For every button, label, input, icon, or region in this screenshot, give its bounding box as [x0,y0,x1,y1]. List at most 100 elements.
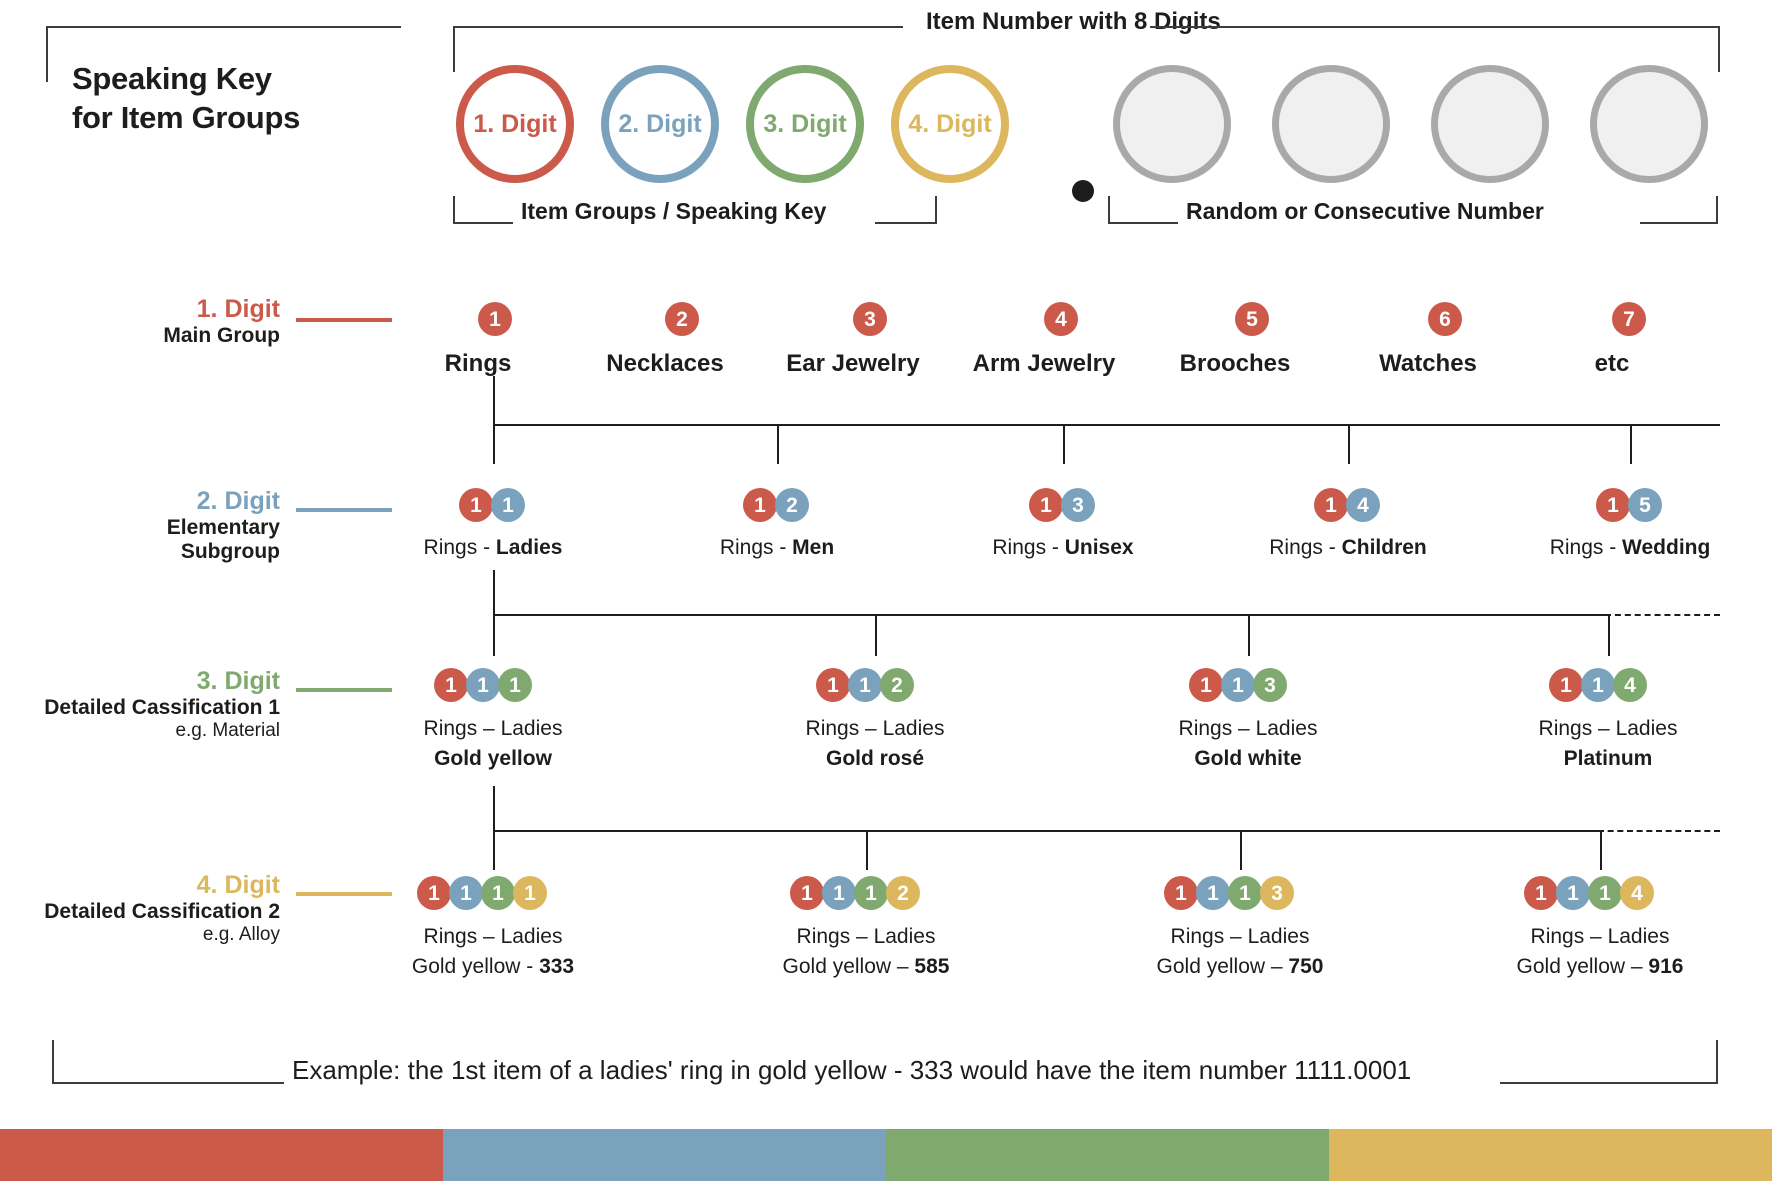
item-number-label: Item Number with 8 Digits [926,8,1221,35]
node-caption-2-3: Rings - Unisex [913,533,1213,563]
color-swatch-digit3 [886,1129,1329,1181]
badge-digit4: 2 [886,876,920,910]
badge-digit1: 7 [1612,302,1646,336]
title-bracket-top [46,26,401,28]
badge-digit3: 1 [498,668,532,702]
node-badges-3-4[interactable]: 1 1 4 [1549,668,1647,702]
row-label-digit-4: 4. Digit Detailed Cassification 2 e.g. A… [10,871,280,946]
digit-circle-3-label: 3. Digit [763,109,847,138]
badge-digit3: 4 [1613,668,1647,702]
node-badges-1-4[interactable]: 4 [1044,302,1078,336]
connector-drop-4-1 [493,830,495,870]
digit-circle-2[interactable]: 2. Digit [601,65,719,183]
connector-drop-3-4 [1608,614,1610,656]
example-bracket-left [52,1082,284,1084]
node-caption-4-3-line2: Gold yellow – [1156,955,1289,979]
connector-bar-row2 [493,424,1715,426]
node-badges-1-7[interactable]: 7 [1612,302,1646,336]
row-4-sub-label: Detailed Cassification 2 [44,899,280,923]
badge-digit2: 1 [491,488,525,522]
node-caption-1-2: Necklaces [606,350,724,377]
node-badges-2-2[interactable]: 1 2 [743,488,809,522]
badge-digit3: 1 [481,876,515,910]
badge-digit2: 1 [1556,876,1590,910]
badge-digit1: 1 [1029,488,1063,522]
connector-drop-4-3 [1240,830,1242,870]
node-badges-2-3[interactable]: 1 3 [1029,488,1095,522]
node-badges-4-2[interactable]: 1 1 1 2 [790,876,920,910]
badge-digit3: 3 [1253,668,1287,702]
node-badges-2-4[interactable]: 1 4 [1314,488,1380,522]
node-caption-1-3: Ear Jewelry [786,350,920,377]
row-4-sub-label2: e.g. Alloy [202,923,280,945]
item-groups-label: Item Groups / Speaking Key [521,198,827,224]
node-caption-4-4-value: 916 [1648,955,1684,979]
node-badges-4-1[interactable]: 1 1 1 1 [417,876,547,910]
badge-digit4: 4 [1620,876,1654,910]
node-caption-3-3: Rings – Ladies Gold white [1098,714,1398,775]
badge-digit1: 1 [417,876,451,910]
row-label-digit-3: 3. Digit Detailed Cassification 1 e.g. M… [20,667,280,742]
node-badges-3-1[interactable]: 1 1 1 [434,668,532,702]
node-caption-2-3-bold: Unisex [1064,536,1134,559]
node-caption-4-4: Rings – Ladies Gold yellow – 916 [1450,922,1750,983]
example-text: Example: the 1st item of a ladies' ring … [292,1055,1412,1085]
badge-digit2: 1 [1581,668,1615,702]
node-caption-4-2-line1: Rings – Ladies [796,925,936,948]
connector-drop-4-4 [1600,830,1602,870]
node-badges-2-1[interactable]: 1 1 [459,488,525,522]
badge-digit1: 1 [1524,876,1558,910]
node-caption-4-3: Rings – Ladies Gold yellow – 750 [1090,922,1390,983]
node-caption-4-4-line2: Gold yellow – [1516,955,1649,979]
badge-digit1: 1 [459,488,493,522]
digit-circle-4[interactable]: 4. Digit [891,65,1009,183]
node-badges-1-1[interactable]: 1 [478,302,512,336]
badge-digit2: 1 [466,668,500,702]
digit-circle-1[interactable]: 1. Digit [456,65,574,183]
badge-digit1: 3 [853,302,887,336]
connector-bar-row4-dashed [1598,830,1720,832]
placeholder-circle-3 [1431,65,1549,183]
node-badges-1-2[interactable]: 2 [665,302,699,336]
connector-drop-3-3 [1248,614,1250,656]
example-bracket-right [1500,1082,1718,1084]
node-badges-4-4[interactable]: 1 1 1 4 [1524,876,1654,910]
node-caption-4-2-line2: Gold yellow – [782,955,915,979]
node-badges-1-3[interactable]: 3 [853,302,887,336]
badge-digit4: 3 [1260,876,1294,910]
page-title: Speaking Key for Item Groups [72,60,402,138]
digit-circle-3[interactable]: 3. Digit [746,65,864,183]
connector-drop-2-1 [493,424,495,464]
node-badges-1-6[interactable]: 6 [1428,302,1462,336]
node-caption-1-5: Brooches [1179,350,1291,377]
node-caption-3-3-line2: Gold white [1194,747,1302,771]
digit-circle-4-label: 4. Digit [908,109,992,138]
item-groups-bracket-right [875,222,937,224]
node-caption-1-6: Watches [1379,350,1477,377]
title-bracket-left [46,26,48,82]
node-badges-2-5[interactable]: 1 5 [1596,488,1662,522]
badge-digit3: 2 [880,668,914,702]
random-bracket-right-tick [1716,196,1718,224]
badge-digit2: 3 [1061,488,1095,522]
node-badges-3-3[interactable]: 1 1 3 [1189,668,1287,702]
node-badges-4-3[interactable]: 1 1 1 3 [1164,876,1294,910]
item-number-bracket-left-tick [453,26,455,72]
badge-digit1: 1 [816,668,850,702]
badge-digit2: 1 [1196,876,1230,910]
badge-digit1: 2 [665,302,699,336]
item-groups-bracket-left-tick [453,196,455,224]
node-badges-1-5[interactable]: 5 [1235,302,1269,336]
badge-digit3: 1 [1228,876,1262,910]
node-caption-1-4: Arm Jewelry [972,350,1116,377]
item-number-bracket-right-tick [1718,26,1720,72]
color-swatch-digit1 [0,1129,443,1181]
badge-digit1: 1 [1164,876,1198,910]
connector-bar-row2-dashed [1610,424,1720,426]
node-caption-3-3-line1: Rings – Ladies [1178,717,1318,740]
node-badges-3-2[interactable]: 1 1 2 [816,668,914,702]
badge-digit1: 6 [1428,302,1462,336]
node-caption-2-1-prefix: Rings - [423,536,496,559]
node-caption-4-3-value: 750 [1288,955,1324,979]
connector-drop-2-3 [1063,424,1065,464]
